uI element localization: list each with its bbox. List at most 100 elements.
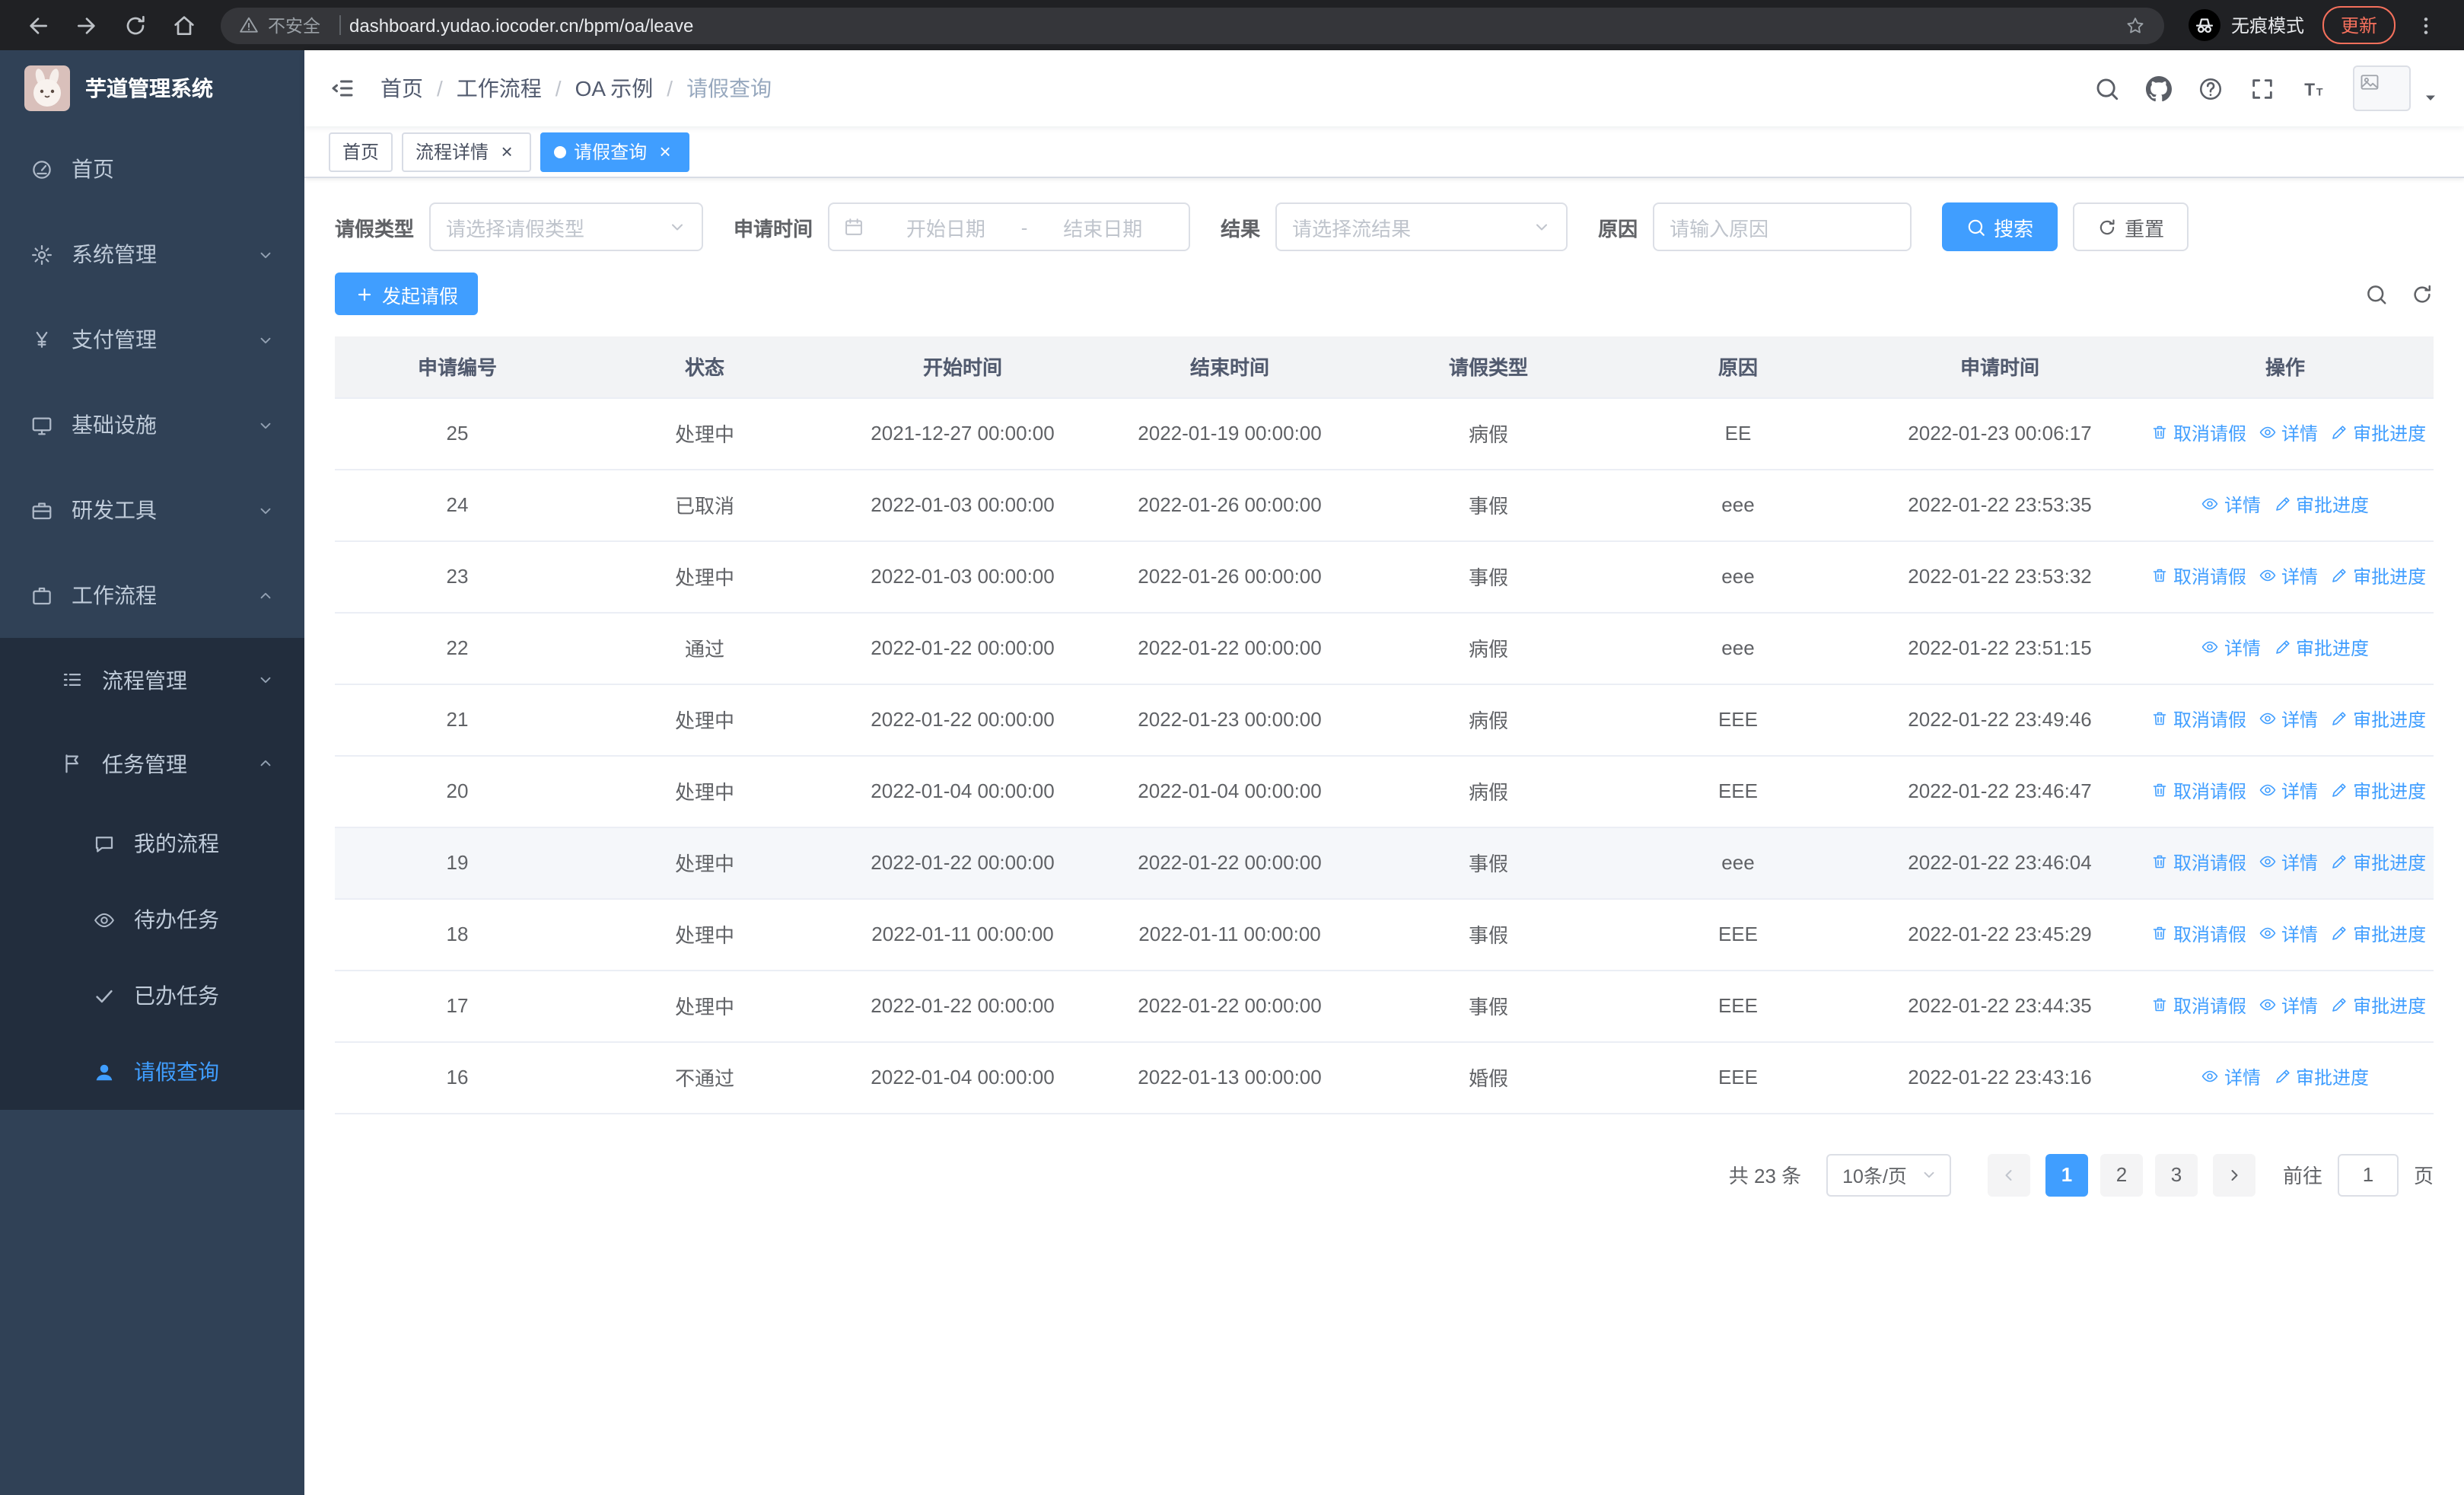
page-size-select[interactable]: 10条/页 [1826, 1153, 1951, 1196]
sidebar-item-task-mgmt[interactable]: 任务管理 [0, 722, 304, 805]
table-row[interactable]: 23 处理中 2022-01-03 00:00:00 2022-01-26 00:00… [335, 540, 2434, 613]
action-detail[interactable]: 详情 [2259, 778, 2318, 804]
action-detail[interactable]: 详情 [2201, 492, 2261, 518]
browser-forward-icon[interactable] [75, 13, 99, 37]
reset-button[interactable]: 重置 [2073, 202, 2189, 251]
action-detail[interactable]: 详情 [2259, 563, 2318, 589]
address-bar[interactable]: 不安全 dashboard.yudao.iocoder.cn/bpm/oa/le… [221, 7, 2164, 43]
header-search-icon[interactable] [2094, 75, 2120, 101]
app-logo-row[interactable]: 芋道管理系统 [0, 50, 304, 126]
breadcrumb-item[interactable]: 工作流程 [457, 73, 542, 104]
apply-time-range-picker[interactable]: 开始日期 - 结束日期 [828, 202, 1191, 251]
security-label[interactable]: 不安全 [268, 13, 320, 37]
tab-leave-query[interactable]: 请假查询 × [540, 132, 690, 171]
sidebar-item-done-tasks[interactable]: 已办任务 [0, 958, 304, 1034]
breadcrumb-item[interactable]: 首页 [380, 73, 423, 104]
breadcrumb-item[interactable]: OA 示例 [575, 73, 654, 104]
tab-close-icon[interactable]: × [654, 141, 676, 162]
avatar-caret-icon[interactable] [2421, 88, 2440, 107]
browser-home-icon[interactable] [172, 13, 196, 37]
action-cancel[interactable]: 取消请假 [2150, 706, 2246, 732]
toggle-search-icon[interactable] [2365, 282, 2388, 305]
action-detail[interactable]: 详情 [2201, 1064, 2261, 1090]
page-button-2[interactable]: 2 [2099, 1153, 2143, 1196]
table-row[interactable]: 25 处理中 2021-12-27 00:00:00 2022-01-19 00:00… [335, 397, 2434, 470]
tab-home[interactable]: 首页 [329, 132, 393, 171]
chevron-down-icon [1533, 218, 1551, 236]
create-leave-button[interactable]: 发起请假 [335, 273, 479, 315]
sidebar-item-devtools[interactable]: 研发工具 [0, 467, 304, 553]
next-page-button[interactable] [2212, 1153, 2255, 1196]
bookmark-star-icon[interactable] [2125, 14, 2146, 36]
action-progress[interactable]: 审批进度 [2330, 921, 2426, 947]
sidebar-item-system[interactable]: 系统管理 [0, 212, 304, 297]
action-progress[interactable]: 审批进度 [2330, 420, 2426, 446]
table-row[interactable]: 20 处理中 2022-01-04 00:00:00 2022-01-04 00:00… [335, 755, 2434, 827]
action-progress[interactable]: 审批进度 [2330, 563, 2426, 589]
github-icon[interactable] [2146, 75, 2172, 101]
table-row[interactable]: 24 已取消 2022-01-03 00:00:00 2022-01-26 00:00… [335, 469, 2434, 541]
table-refresh-icon[interactable] [2411, 282, 2434, 305]
action-cancel[interactable]: 取消请假 [2150, 921, 2246, 947]
fullscreen-icon[interactable] [2249, 75, 2275, 101]
table-row[interactable]: 22 通过 2022-01-22 00:00:00 2022-01-22 00:00:… [335, 612, 2434, 684]
update-button[interactable]: 更新 [2322, 6, 2396, 44]
search-button[interactable]: 搜索 [1942, 202, 2058, 251]
table-row[interactable]: 19 处理中 2022-01-22 00:00:00 2022-01-22 00:00… [335, 827, 2434, 899]
action-detail[interactable]: 详情 [2259, 850, 2318, 875]
font-size-icon[interactable]: TT [2301, 75, 2327, 101]
action-progress[interactable]: 审批进度 [2330, 850, 2426, 875]
action-progress[interactable]: 审批进度 [2273, 635, 2369, 661]
action-cancel[interactable]: 取消请假 [2150, 563, 2246, 589]
sidebar-menu: 首页 系统管理 支付管理 基础设施 研发工具 工作流程 流程管理 任务管理 我的流程 待办任务 已办… [0, 126, 304, 1495]
action-detail[interactable]: 详情 [2201, 635, 2261, 661]
reason-input[interactable]: 请输入原因 [1653, 202, 1912, 251]
action-progress[interactable]: 审批进度 [2273, 492, 2369, 518]
action-detail[interactable]: 详情 [2259, 706, 2318, 732]
browser-menu-icon[interactable] [2414, 13, 2438, 37]
browser-back-icon[interactable] [26, 13, 50, 37]
sidebar-item-todo-tasks[interactable]: 待办任务 [0, 881, 304, 958]
action-detail[interactable]: 详情 [2259, 420, 2318, 446]
help-icon[interactable] [2198, 75, 2224, 101]
browser-reload-icon[interactable] [123, 13, 148, 37]
tab-close-icon[interactable]: × [496, 141, 517, 162]
sidebar-item-leave-query[interactable]: 请假查询 [0, 1034, 304, 1110]
sidebar-item-home[interactable]: 首页 [0, 126, 304, 212]
sidebar-item-my-process[interactable]: 我的流程 [0, 805, 304, 881]
action-progress[interactable]: 审批进度 [2330, 778, 2426, 804]
avatar[interactable] [2353, 65, 2411, 111]
cell-reason: EEE [1613, 1041, 1863, 1114]
sidebar-collapse-icon[interactable] [329, 75, 356, 102]
sidebar-item-process-mgmt[interactable]: 流程管理 [0, 638, 304, 722]
action-progress[interactable]: 审批进度 [2330, 993, 2426, 1018]
action-progress[interactable]: 审批进度 [2330, 706, 2426, 732]
table-row[interactable]: 21 处理中 2022-01-22 00:00:00 2022-01-23 00:00… [335, 684, 2434, 756]
result-select[interactable]: 请选择流结果 [1275, 202, 1568, 251]
leave-type-select[interactable]: 请选择请假类型 [429, 202, 704, 251]
sidebar-item-workflow[interactable]: 工作流程 [0, 553, 304, 638]
goto-page-input[interactable] [2337, 1153, 2399, 1196]
delete-icon [2150, 925, 2169, 943]
prev-page-button[interactable] [1987, 1153, 2030, 1196]
total-count: 共 23 条 [1728, 1165, 1802, 1187]
table-row[interactable]: 18 处理中 2022-01-11 00:00:00 2022-01-11 00:00… [335, 898, 2434, 971]
action-cancel[interactable]: 取消请假 [2150, 420, 2246, 446]
sidebar-item-infra[interactable]: 基础设施 [0, 382, 304, 467]
sidebar-item-payment[interactable]: 支付管理 [0, 297, 304, 382]
page-button-1[interactable]: 1 [2045, 1153, 2088, 1196]
page-button-3[interactable]: 3 [2154, 1153, 2198, 1196]
action-progress[interactable]: 审批进度 [2273, 1064, 2369, 1090]
tab-process-detail[interactable]: 流程详情 × [402, 132, 532, 171]
url-text[interactable]: dashboard.yudao.iocoder.cn/bpm/oa/leave [349, 14, 2112, 36]
action-cancel[interactable]: 取消请假 [2150, 993, 2246, 1018]
action-cancel[interactable]: 取消请假 [2150, 850, 2246, 875]
cell-status: 处理中 [580, 755, 829, 827]
cell-leave-type: 事假 [1364, 469, 1613, 541]
svg-text:T: T [2316, 86, 2323, 98]
action-detail[interactable]: 详情 [2259, 993, 2318, 1018]
action-detail[interactable]: 详情 [2259, 921, 2318, 947]
table-row[interactable]: 16 不通过 2022-01-04 00:00:00 2022-01-13 00:00… [335, 1041, 2434, 1114]
table-row[interactable]: 17 处理中 2022-01-22 00:00:00 2022-01-22 00:00… [335, 970, 2434, 1042]
action-cancel[interactable]: 取消请假 [2150, 778, 2246, 804]
